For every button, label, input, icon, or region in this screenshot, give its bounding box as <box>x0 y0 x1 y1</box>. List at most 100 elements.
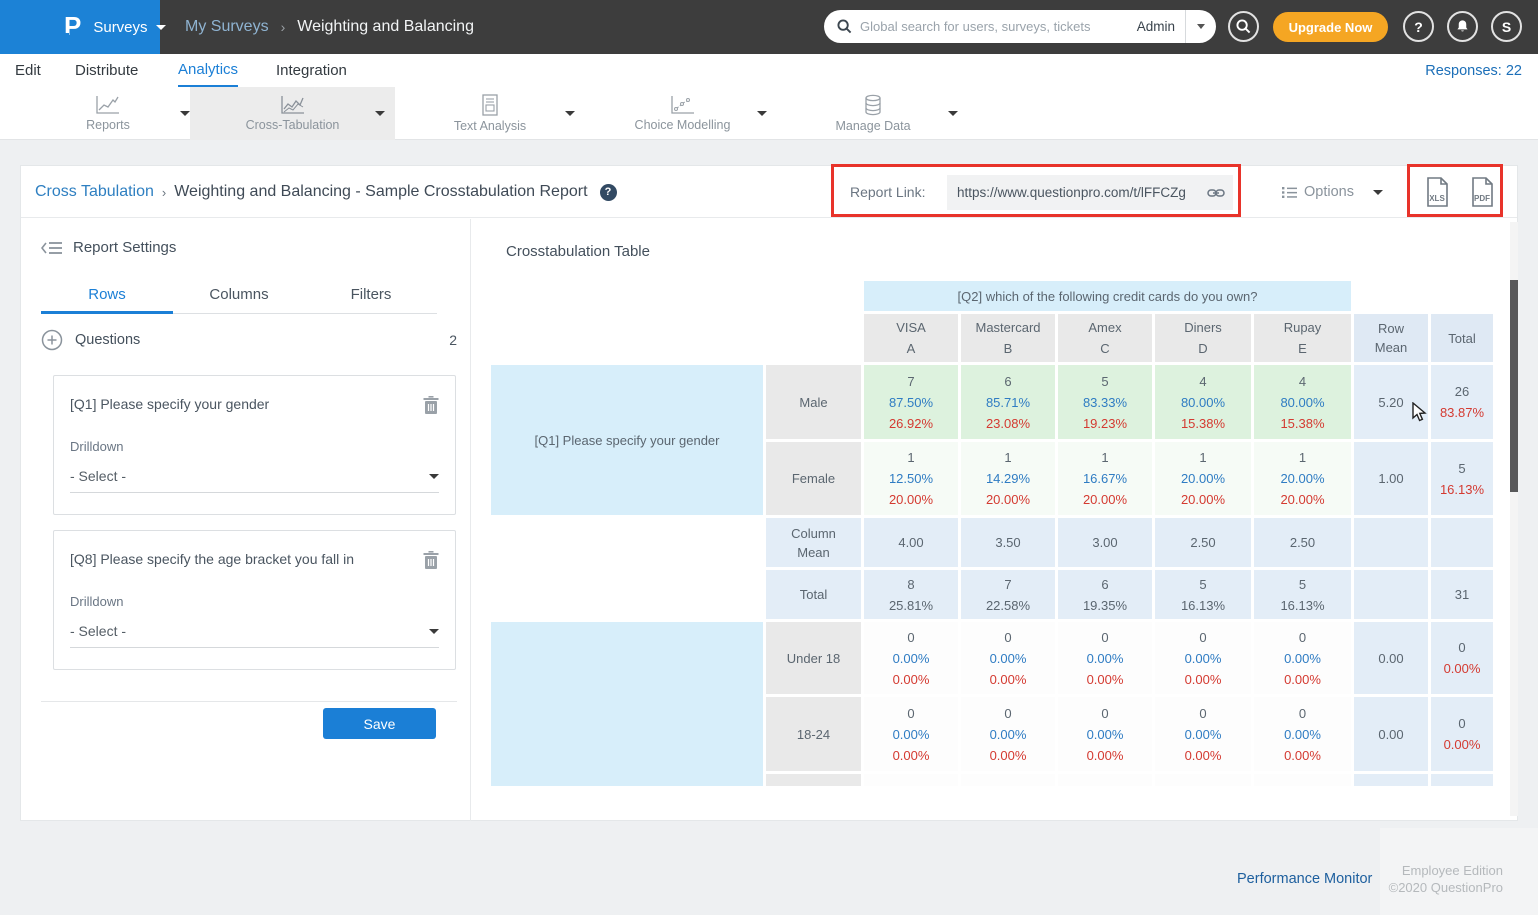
report-link-url[interactable]: https://www.questionpro.com/t/lFFCZg <box>957 185 1207 200</box>
scrollbar-thumb[interactable] <box>1510 280 1518 492</box>
question-card-q1: [Q1] Please specify your gender Drilldow… <box>53 375 456 515</box>
crosstab-row-mean-cell: 0.00 <box>1354 697 1428 771</box>
crosstab-column-header: MastercardB <box>961 314 1055 362</box>
chevron-down-icon <box>429 474 439 479</box>
settings-tabs: Rows Columns Filters <box>41 281 437 314</box>
user-avatar[interactable]: S <box>1491 11 1522 42</box>
help-button[interactable]: ? <box>1403 11 1434 42</box>
report-settings-panel: Report Settings Rows Columns Filters Que… <box>21 219 471 821</box>
link-icon[interactable] <box>1207 187 1225 199</box>
crosstab-column-header: RupayE <box>1254 314 1351 362</box>
search-icon <box>1236 19 1251 34</box>
crosstab-data-cell: 00.00%0.00% <box>1254 697 1351 771</box>
crosstab-data-cell: 4.00 <box>864 518 958 567</box>
export-pdf-button[interactable]: PDF <box>1468 177 1496 207</box>
nav-distribute[interactable]: Distribute <box>75 54 138 87</box>
product-menu[interactable]: P Surveys <box>0 0 160 54</box>
drilldown-select[interactable]: - Select - <box>70 623 439 648</box>
scrollbar-track[interactable] <box>1510 222 1518 816</box>
breadcrumb-my-surveys[interactable]: My Surveys <box>185 18 269 36</box>
export-xls-button[interactable]: XLS <box>1423 177 1451 207</box>
report-settings-title: Report Settings <box>73 239 176 256</box>
top-bar: P Surveys My Surveys › Weighting and Bal… <box>0 0 1538 54</box>
save-button[interactable]: Save <box>323 708 436 739</box>
crosstab-column-header: AmexC <box>1058 314 1152 362</box>
global-search-input[interactable] <box>860 19 1131 34</box>
upgrade-now-button[interactable]: Upgrade Now <box>1273 12 1388 42</box>
crosstab-data-cell: 480.00%15.38% <box>1155 365 1251 439</box>
report-help-icon[interactable]: ? <box>600 184 617 201</box>
tool-cross-tabulation[interactable]: Cross-Tabulation <box>190 87 395 140</box>
crosstab-data-cell: 00.00%0.00% <box>1058 697 1152 771</box>
add-question-icon[interactable] <box>41 329 63 351</box>
report-link-field[interactable]: https://www.questionpro.com/t/lFFCZg <box>947 175 1233 210</box>
notifications-button[interactable] <box>1447 11 1478 42</box>
choice-modelling-dropdown[interactable] <box>757 111 767 116</box>
drilldown-label: Drilldown <box>70 439 439 454</box>
nav-edit[interactable]: Edit <box>15 54 41 87</box>
crosstab-row: Total825.81%722.58%619.35%516.13%516.13%… <box>491 570 1493 619</box>
tab-filters[interactable]: Filters <box>305 281 437 313</box>
drilldown-select-value: - Select - <box>70 623 126 639</box>
crosstab-table-container: [Q2] which of the following credit cards… <box>488 278 1498 786</box>
crosstab-row-label: Male <box>766 365 861 439</box>
tab-rows[interactable]: Rows <box>41 281 173 314</box>
crosstab-row-mean-header: Row Mean <box>1354 314 1428 362</box>
options-label: Options <box>1304 184 1354 200</box>
crosstab-cell <box>491 281 763 311</box>
crosstab-data-cell: 112.50%20.00% <box>864 442 958 515</box>
crosstab-data-cell: 619.35% <box>1058 570 1152 619</box>
crosstab-row: [Q2] which of the following credit cards… <box>491 281 1493 311</box>
settings-divider <box>41 701 457 702</box>
tool-choice-modelling[interactable]: Choice Modelling <box>595 87 770 140</box>
cross-tab-chart-icon <box>280 95 306 115</box>
performance-monitor-link[interactable]: Performance Monitor <box>1237 871 1372 887</box>
drilldown-select-value: - Select - <box>70 468 126 484</box>
crosstab-row: VISAAMastercardBAmexCDinersDRupayERow Me… <box>491 314 1493 362</box>
nav-analytics[interactable]: Analytics <box>178 54 238 87</box>
tool-manage-data[interactable]: Manage Data <box>788 87 958 140</box>
search-submit-button[interactable] <box>1228 11 1259 42</box>
options-dropdown[interactable] <box>1373 190 1383 195</box>
nav-integration[interactable]: Integration <box>276 54 347 87</box>
crosstab-row: Under 1800.00%0.00%00.00%0.00%00.00%0.00… <box>491 622 1493 694</box>
drilldown-select[interactable]: - Select - <box>70 468 439 493</box>
questions-header: Questions 2 <box>41 329 457 351</box>
cross-tabulation-dropdown[interactable] <box>375 111 385 116</box>
crosstab-data-cell: 480.00%15.38% <box>1254 365 1351 439</box>
crosstab-row-label: Total <box>766 570 861 619</box>
delete-question-icon[interactable] <box>423 551 439 570</box>
bell-icon <box>1455 19 1470 34</box>
crosstab-question-header: [Q2] which of the following credit cards… <box>864 281 1351 311</box>
crosstab-cell <box>1254 774 1351 786</box>
crosstab-total-cell: 516.13% <box>1431 442 1493 515</box>
chevron-down-icon <box>156 25 166 30</box>
options-button[interactable]: Options <box>1262 166 1354 218</box>
list-icon <box>1282 186 1297 199</box>
tab-columns[interactable]: Columns <box>173 281 305 313</box>
search-scope-value[interactable]: Admin <box>1131 19 1185 34</box>
questionpro-logo-icon: P <box>64 13 81 39</box>
crosstab-data-cell: 00.00%0.00% <box>961 622 1055 694</box>
cross-tabulation-link[interactable]: Cross Tabulation <box>35 183 154 201</box>
delete-question-icon[interactable] <box>423 396 439 415</box>
report-settings-toggle[interactable]: Report Settings <box>41 239 176 256</box>
search-scope-dropdown[interactable] <box>1186 24 1216 29</box>
reports-dropdown[interactable] <box>180 111 190 116</box>
crosstab-data-cell: 114.29%20.00% <box>961 442 1055 515</box>
crosstab-table: [Q2] which of the following credit cards… <box>488 278 1496 786</box>
question-title: [Q1] Please specify your gender <box>70 396 423 415</box>
pdf-label: PDF <box>1474 194 1490 203</box>
edition-label: Employee Edition <box>1380 862 1503 879</box>
crosstab-title: Crosstabulation Table <box>506 243 650 260</box>
responses-count[interactable]: Responses: 22 <box>1425 54 1522 87</box>
edition-info: Employee Edition ©2020 QuestionPro <box>1380 862 1503 896</box>
crosstab-cell <box>1155 774 1251 786</box>
text-analysis-dropdown[interactable] <box>565 111 575 116</box>
tool-text-analysis[interactable]: Text Analysis <box>405 87 575 140</box>
questions-label: Questions <box>75 332 140 348</box>
manage-data-dropdown[interactable] <box>948 111 958 116</box>
tool-reports[interactable]: Reports <box>33 87 183 140</box>
crosstab-data-cell: 00.00%0.00% <box>1155 697 1251 771</box>
breadcrumb-separator: › <box>281 19 286 35</box>
